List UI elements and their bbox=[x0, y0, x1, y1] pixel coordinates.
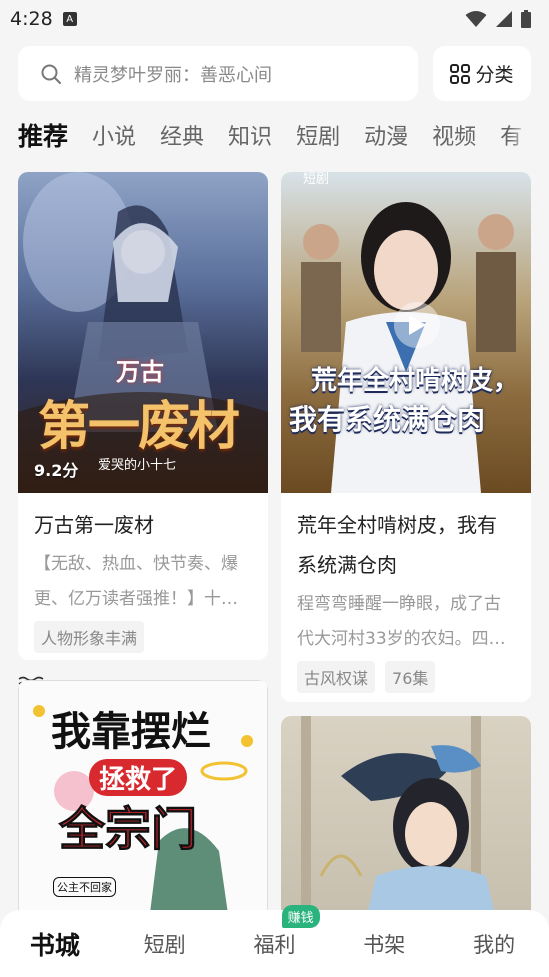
book-card[interactable]: 万古 第一废材 爱哭的小十七 9.2分 万古第一废材 【无敌、热血、快节奏、爆更… bbox=[18, 172, 268, 660]
drama-cover-title-line2: 我有系统满仓肉 bbox=[289, 403, 486, 436]
rating-badge: 9.2分 bbox=[34, 461, 79, 480]
tab-novel[interactable]: 小说 bbox=[92, 119, 136, 151]
drama-card[interactable] bbox=[281, 716, 531, 920]
tab-fade bbox=[509, 112, 531, 158]
drama-cover: 短剧 荒年全村啃树皮， 我有系统满仓肉 bbox=[281, 172, 531, 493]
nav-mine-label: 我的 bbox=[473, 932, 516, 957]
tab-video[interactable]: 视频 bbox=[432, 119, 476, 151]
grid-icon bbox=[450, 63, 471, 84]
cover-title-line2: 拯救了 bbox=[89, 759, 188, 796]
status-bar: 4:28 A bbox=[0, 0, 549, 38]
search-row: 精灵梦叶罗丽：善恶心间 分类 bbox=[18, 46, 531, 101]
drama-tag: 古风权谋 bbox=[297, 661, 376, 693]
category-tabs: 推荐 小说 经典 知识 短剧 动漫 视频 有 bbox=[18, 112, 531, 158]
book-cover: 万古 第一废材 爱哭的小十七 9.2分 bbox=[18, 172, 268, 493]
status-time: 4:28 bbox=[10, 8, 53, 30]
bottom-nav: 书城 短剧 福利 赚钱 书架 我的 bbox=[0, 904, 549, 977]
book-tag: 人物形象丰满 bbox=[34, 621, 145, 653]
category-button[interactable]: 分类 bbox=[433, 46, 531, 101]
book-card[interactable]: 我靠摆烂 拯救了 全宗门 公主不回家 bbox=[18, 680, 268, 920]
book-title: 万古第一废材 bbox=[34, 513, 154, 537]
tab-knowledge[interactable]: 知识 bbox=[228, 119, 272, 151]
nav-bookshelf[interactable]: 书架 bbox=[329, 929, 439, 959]
cover-title-line3: 全宗门 bbox=[59, 802, 198, 857]
cover-title-line1: 我靠摆烂 bbox=[51, 709, 211, 755]
drama-cover-label: 短剧 bbox=[303, 172, 330, 187]
cover-small-text: 公主不回家 bbox=[53, 877, 116, 897]
tab-classic[interactable]: 经典 bbox=[160, 119, 204, 151]
play-icon bbox=[409, 315, 426, 335]
drama-cover bbox=[281, 716, 531, 920]
nav-bookshelf-label: 书架 bbox=[363, 932, 406, 957]
nav-bookstore-label: 书城 bbox=[29, 930, 80, 960]
book-cover: 我靠摆烂 拯救了 全宗门 公主不回家 bbox=[18, 680, 268, 920]
category-label: 分类 bbox=[475, 64, 514, 86]
play-button[interactable] bbox=[394, 302, 440, 348]
notification-icon: A bbox=[62, 12, 77, 26]
signal-icon bbox=[496, 11, 512, 27]
cover-title-top: 万古 bbox=[116, 358, 164, 386]
book-description: 【无敌、热血、快节奏、爆更、亿万读者强推！】十… bbox=[34, 554, 238, 609]
tab-short-drama[interactable]: 短剧 bbox=[296, 119, 340, 151]
cover-author: 爱哭的小十七 bbox=[98, 458, 177, 473]
drama-cover-art bbox=[301, 716, 496, 920]
battery-icon bbox=[521, 10, 531, 28]
drama-cover-title-line1: 荒年全村啃树皮， bbox=[311, 366, 520, 396]
drama-card[interactable]: 短剧 荒年全村啃树皮， 我有系统满仓肉 荒年全村啃树皮，我有系统满仓肉 程弯弯睡… bbox=[281, 172, 531, 702]
nav-mine[interactable]: 我的 bbox=[439, 929, 549, 959]
drama-description: 程弯弯睡醒一睁眼，成了古代大河村33岁的农妇。四… bbox=[297, 594, 506, 649]
search-input[interactable]: 精灵梦叶罗丽：善恶心间 bbox=[18, 46, 418, 101]
nav-welfare[interactable]: 福利 赚钱 bbox=[220, 904, 330, 959]
cover-title-main: 第一废材 bbox=[38, 396, 240, 457]
tab-recommend[interactable]: 推荐 bbox=[18, 117, 68, 153]
nav-welfare-label: 福利 bbox=[253, 932, 296, 957]
nav-bookstore[interactable]: 书城 bbox=[0, 926, 110, 962]
search-icon bbox=[41, 64, 61, 84]
earn-money-badge: 赚钱 bbox=[281, 904, 320, 928]
nav-short-drama-label: 短剧 bbox=[143, 932, 186, 957]
drama-title: 荒年全村啃树皮，我有系统满仓肉 bbox=[297, 513, 497, 577]
tab-anime[interactable]: 动漫 bbox=[364, 119, 408, 151]
wifi-icon bbox=[465, 11, 487, 27]
search-placeholder: 精灵梦叶罗丽：善恶心间 bbox=[74, 64, 272, 86]
nav-short-drama[interactable]: 短剧 bbox=[110, 929, 220, 959]
episode-count-tag: 76集 bbox=[385, 661, 436, 693]
status-icons bbox=[465, 10, 531, 28]
